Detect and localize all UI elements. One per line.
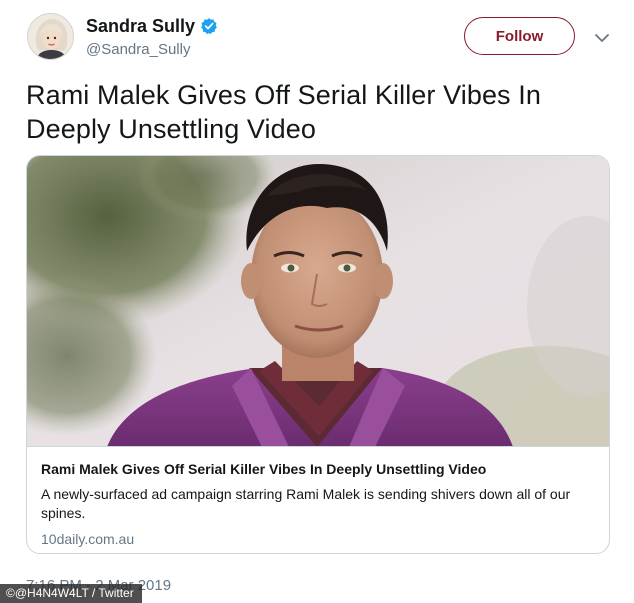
link-card[interactable]: Rami Malek Gives Off Serial Killer Vibes… <box>26 155 610 554</box>
avatar[interactable] <box>27 13 74 60</box>
cartoon-avatar-icon <box>28 14 73 59</box>
verified-badge-icon <box>200 17 218 35</box>
display-name[interactable]: Sandra Sully <box>86 16 195 37</box>
card-image[interactable] <box>27 156 609 447</box>
follow-button[interactable]: Follow <box>464 17 575 55</box>
tweet-text: Rami Malek Gives Off Serial Killer Vibes… <box>26 80 541 144</box>
author-block[interactable]: Sandra Sully @Sandra_Sully <box>86 14 218 58</box>
card-title[interactable]: Rami Malek Gives Off Serial Killer Vibes… <box>41 460 597 479</box>
card-domain: 10daily.com.au <box>41 531 135 547</box>
card-description: A newly-surfaced ad campaign starring Ra… <box>41 486 571 521</box>
tweet-header: Sandra Sully @Sandra_Sully Follow <box>0 0 634 75</box>
watermark: ©@H4N4W4LT / Twitter <box>0 584 142 603</box>
card-body: Rami Malek Gives Off Serial Killer Vibes… <box>27 448 609 547</box>
chevron-down-icon[interactable] <box>592 28 612 48</box>
user-handle[interactable]: @Sandra_Sully <box>86 41 218 58</box>
